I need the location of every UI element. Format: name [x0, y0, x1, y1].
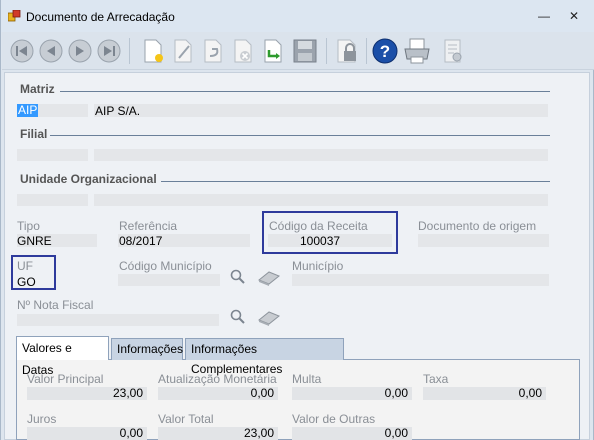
edit-button[interactable]: [168, 36, 198, 66]
edit-icon: [174, 39, 192, 63]
close-button[interactable]: ✕: [564, 8, 584, 24]
undo-button[interactable]: [198, 36, 228, 66]
section-unidade: Unidade Organizacional: [20, 172, 157, 186]
valor-total-label: Valor Total: [158, 412, 214, 426]
matriz-code-value: AIP: [17, 103, 39, 117]
referencia-label: Referência: [119, 219, 178, 233]
previous-record-button[interactable]: [36, 36, 66, 66]
lock-icon: [337, 39, 356, 63]
matriz-name-value: AIP S/A.: [95, 104, 141, 118]
section-matriz: Matriz: [20, 82, 55, 96]
help-icon: ?: [372, 38, 398, 64]
municipio-label: Município: [292, 259, 344, 273]
title-bar: Documento de Arrecadação — ✕: [1, 0, 594, 32]
save-button[interactable]: [290, 36, 320, 66]
codigo-municipio-field[interactable]: [118, 274, 220, 286]
multa-field[interactable]: 0,00: [292, 387, 412, 400]
undo-icon: [204, 39, 222, 63]
export-button[interactable]: [258, 36, 288, 66]
save-icon: [293, 39, 317, 63]
valor-total-field[interactable]: 23,00: [158, 427, 278, 440]
valor-outras-field[interactable]: 0,00: [292, 427, 412, 440]
export-icon: [264, 39, 282, 63]
tipo-value: GNRE: [17, 234, 52, 248]
section-filial: Filial: [20, 127, 48, 141]
next-record-button[interactable]: [65, 36, 95, 66]
new-button[interactable]: [138, 36, 168, 66]
app-icon: [8, 10, 21, 22]
filial-name-field[interactable]: [94, 149, 548, 161]
last-record-button[interactable]: [94, 36, 124, 66]
codigo-receita-label: Código da Receita: [269, 219, 368, 233]
search-nota-icon[interactable]: [230, 309, 246, 325]
tab-informacoes-complementares[interactable]: Informações Complementares: [185, 338, 344, 376]
municipio-field[interactable]: [292, 274, 549, 286]
first-icon: [10, 39, 34, 63]
lock-button[interactable]: [332, 36, 362, 66]
delete-button[interactable]: [228, 36, 258, 66]
valor-principal-label: Valor Principal: [27, 372, 104, 386]
toolbar: ?: [2, 32, 594, 70]
window-title: Documento de Arrecadação: [26, 10, 175, 24]
svg-text:?: ?: [380, 42, 390, 61]
eraser-nota-icon[interactable]: [256, 310, 282, 326]
previous-icon: [39, 39, 63, 63]
filial-code-field[interactable]: [17, 149, 88, 161]
multa-label: Multa: [292, 372, 322, 386]
nota-fiscal-field[interactable]: [17, 314, 219, 326]
first-record-button[interactable]: [7, 36, 37, 66]
print-icon: [404, 38, 430, 64]
taxa-field[interactable]: 0,00: [423, 387, 546, 400]
taxa-label: Taxa: [423, 372, 449, 386]
atualizacao-label: Atualização Monetária: [158, 372, 277, 386]
uf-label: UF: [17, 259, 33, 273]
report-icon: [444, 39, 462, 63]
print-button[interactable]: [402, 36, 432, 66]
juros-label: Juros: [27, 412, 57, 426]
delete-icon: [234, 39, 252, 63]
juros-field[interactable]: 0,00: [27, 427, 147, 440]
next-icon: [68, 39, 92, 63]
help-button[interactable]: ?: [370, 36, 400, 66]
tipo-label: Tipo: [17, 219, 40, 233]
uf-value: GO: [17, 275, 36, 289]
codigo-municipio-label: Código Município: [119, 259, 212, 273]
last-icon: [97, 39, 121, 63]
tab-informacoes[interactable]: Informações: [111, 338, 183, 360]
valor-outras-label: Valor de Outras: [292, 412, 376, 426]
valor-principal-field[interactable]: 23,00: [27, 387, 147, 400]
eraser-municipio-icon[interactable]: [256, 270, 282, 286]
nota-fiscal-label: Nº Nota Fiscal: [17, 298, 94, 312]
new-icon: [144, 39, 163, 63]
minimize-button[interactable]: —: [534, 8, 554, 24]
unidade-name-field[interactable]: [94, 194, 548, 206]
unidade-code-field[interactable]: [17, 194, 88, 206]
tab-valores-datas[interactable]: Valores e Datas: [16, 336, 109, 377]
atualizacao-field[interactable]: 0,00: [158, 387, 278, 400]
codigo-receita-value: 100037: [300, 234, 341, 248]
documento-origem-field[interactable]: [418, 234, 549, 247]
search-municipio-icon[interactable]: [230, 269, 246, 285]
document-window: Documento de Arrecadação — ✕ ? Matriz AI…: [0, 0, 594, 440]
matriz-name-field[interactable]: [94, 104, 548, 117]
referencia-value: 08/2017: [119, 234, 163, 248]
report-button[interactable]: [438, 36, 468, 66]
documento-origem-label: Documento de origem: [418, 219, 537, 233]
